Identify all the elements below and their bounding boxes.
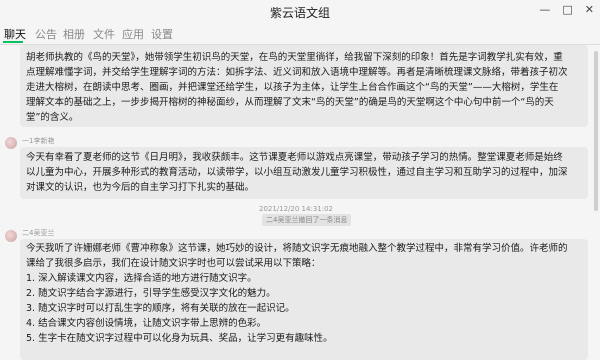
- sender-name: 一1李新艳: [22, 137, 55, 145]
- message-line: 点理解难懂字词，并交给学生理解字词的方法：如拆字法、近义词和放入语境中理解等。再…: [26, 67, 568, 78]
- tab-apps[interactable]: 应用: [122, 26, 144, 42]
- sender-name: 二4吴亚兰: [22, 229, 55, 237]
- message-line: 今天我听了许姗娜老师《曹冲称象》这节课，她巧妙的设计，将随文识字无痕地融入整个教…: [26, 243, 568, 254]
- window-controls: — □ ✕: [539, 3, 594, 16]
- timestamp: 2021/12/20 14:31:02: [258, 205, 333, 213]
- maximize-icon[interactable]: □: [562, 3, 572, 16]
- window-title: 紫云语文组: [269, 6, 330, 20]
- message-line: 5. 生字卡在随文识字过程中可以化身为玩具、奖品，让学习更有趣味性。: [26, 333, 333, 344]
- tab-settings[interactable]: 设置: [151, 26, 173, 42]
- close-icon[interactable]: ✕: [585, 3, 594, 16]
- message-bubble: 今天有幸看了夏老师的这节《日月明》，我收获颇丰。这节课夏老师以游戏点亮课堂，带动…: [20, 147, 588, 199]
- tab-chat[interactable]: 聊天: [4, 26, 26, 42]
- scrollbar[interactable]: [592, 45, 600, 360]
- avatar[interactable]: [5, 230, 17, 242]
- minimize-icon[interactable]: —: [539, 3, 550, 16]
- tab-announcement[interactable]: 公告: [35, 26, 57, 42]
- active-tab-indicator: [3, 41, 23, 43]
- message-line: 4. 结合课文内容创设情境，让随文识字带上思辨的色彩。: [26, 318, 267, 329]
- tab-bar: 聊天 公告 相册 文件 应用 设置: [0, 22, 600, 45]
- message-bubble: 胡老师执教的《鸟的天堂》，她带领学生初识鸟的天堂，在鸟的天堂里徜徉，给我留下深刻…: [20, 45, 588, 127]
- message-line: 理解文本的基础之上，一步步揭开榕树的神秘面纱，从而理解了文末“鸟的天堂”的确是鸟…: [26, 97, 554, 108]
- message-line: 今天有幸看了夏老师的这节《日月明》，我收获颇丰。这节课夏老师以游戏点亮课堂，带动…: [26, 152, 563, 163]
- tab-files[interactable]: 文件: [93, 26, 115, 42]
- chat-message-list[interactable]: 胡老师执教的《鸟的天堂》，她带领学生初识鸟的天堂，在鸟的天堂里徜徉，给我留下深刻…: [0, 45, 592, 360]
- window-titlebar: 紫云语文组 — □ ✕: [0, 0, 600, 22]
- avatar[interactable]: [5, 137, 17, 149]
- scrollbar-thumb[interactable]: [594, 51, 598, 211]
- tab-album[interactable]: 相册: [63, 26, 85, 42]
- message-line: 课给了我很多启示，我们在设计随文识字时也可以尝试采用以下策略：: [26, 258, 321, 269]
- message-line: 1. 深入解读课文内容，选择合适的地方进行随文识字。: [26, 273, 257, 284]
- message-line: 3. 随文识字时可以打乱生字的顺序，将有关联的放在一起识记。: [26, 303, 295, 314]
- message-line: 以儿童为中心，开展多种形式的教育活动，以读带学，以小组互动激发儿童学习积极性，通…: [26, 167, 568, 178]
- message-line: 走进大榕树，在朗读中思考、圈画，并把课堂还给学生，以孩子为主体，让学生上台合作画…: [26, 82, 559, 93]
- message-line: 2. 随文识字结合字源进行，引导学生感受汉字文化的魅力。: [26, 288, 276, 299]
- message-bubble: 今天我听了许姗娜老师《曹冲称象》这节课，她巧妙的设计，将随文识字无痕地融入整个教…: [20, 239, 588, 360]
- message-line: 对课文的认识，也为今后的自主学习打下扎实的基础。: [26, 182, 255, 193]
- message-line: 胡老师执教的《鸟的天堂》，她带领学生初识鸟的天堂，在鸟的天堂里徜徉，给我留下深刻…: [26, 52, 563, 63]
- message-line: 堂”的含义。: [26, 112, 79, 123]
- system-notice: 二4吴亚兰撤回了一条消息: [262, 214, 352, 226]
